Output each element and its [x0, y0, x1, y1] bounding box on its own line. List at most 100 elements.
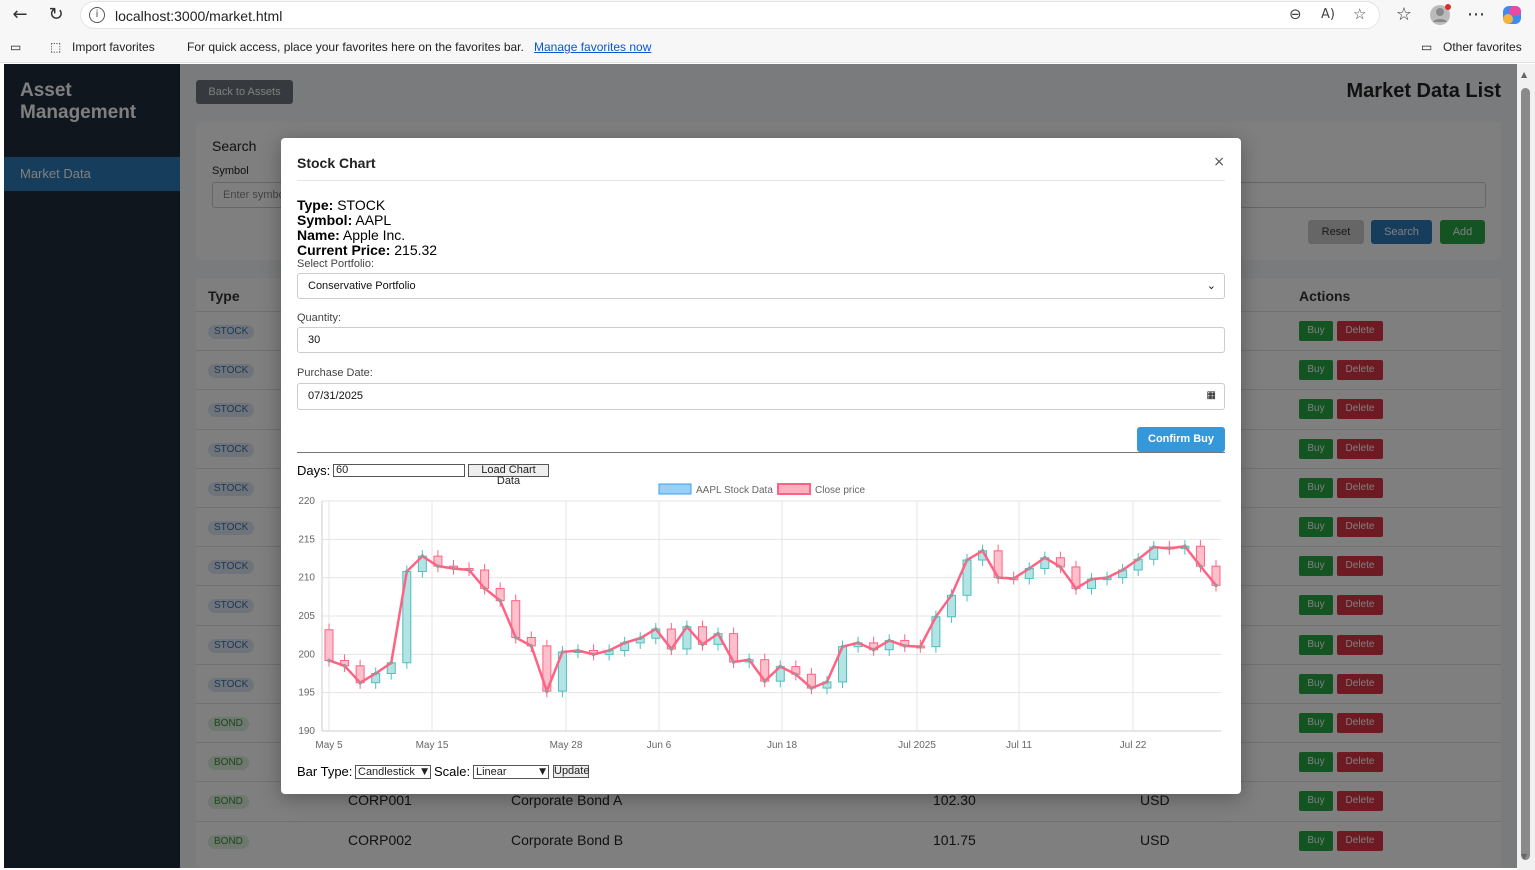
close-price-point: [529, 644, 534, 648]
portfolio-select[interactable]: Conservative Portfolio ⌄: [297, 273, 1225, 299]
close-price-point: [1136, 557, 1140, 562]
close-price-point: [1151, 545, 1156, 549]
y-tick-label: 220: [298, 496, 315, 507]
info-icon[interactable]: i: [89, 7, 105, 23]
x-tick-label: Jun 18: [767, 740, 797, 751]
info-name: Name: Apple Inc.: [297, 227, 406, 243]
load-chart-button[interactable]: Load Chart Data: [468, 464, 549, 487]
x-tick-label: Jul 11: [1006, 740, 1032, 751]
import-icon: ⬚: [50, 40, 62, 54]
scrollbar[interactable]: ▲ ▼: [1517, 64, 1535, 870]
back-icon[interactable]: ←: [8, 4, 32, 26]
chevron-down-icon: ⌄: [1206, 279, 1216, 292]
favorites-icon[interactable]: ☆: [1392, 4, 1416, 26]
reading-icon[interactable]: ▭: [10, 40, 21, 54]
x-tick-label: May 15: [416, 740, 449, 751]
close-price-point: [700, 642, 705, 647]
close-price-point: [996, 575, 1000, 580]
chevron-down-icon: ▼: [421, 767, 428, 777]
favorite-star-icon[interactable]: ☆: [1353, 5, 1366, 23]
close-price-point: [731, 660, 736, 664]
address-bar[interactable]: i localhost:3000/market.html ⊖ A) ☆: [80, 1, 1380, 29]
x-tick-label: May 28: [550, 740, 583, 751]
legend-swatch-stock-data: [658, 483, 692, 495]
close-price-point: [373, 671, 378, 676]
close-price-point: [498, 598, 502, 603]
refresh-icon[interactable]: ↻: [44, 4, 68, 26]
x-tick-label: Jul 2025: [898, 740, 936, 751]
close-price-point: [653, 627, 658, 631]
stock-chart: 190 195 200 205 210 215 220 May 5 May 15 May 28 Ju…: [298, 483, 1221, 751]
close-price-point: [358, 680, 362, 685]
close-price-point: [513, 635, 518, 640]
divider: [297, 452, 1225, 453]
zoom-out-icon[interactable]: ⊖: [1289, 5, 1302, 23]
close-price-point: [622, 641, 627, 645]
update-button[interactable]: Update: [553, 765, 589, 778]
favorites-message: For quick access, place your favorites h…: [187, 40, 524, 54]
profile-icon[interactable]: [1428, 4, 1452, 26]
close-price-point: [327, 658, 331, 663]
confirm-buy-button[interactable]: Confirm Buy: [1137, 427, 1225, 452]
close-price-line: [328, 544, 1217, 695]
read-aloud-icon[interactable]: A): [1321, 7, 1335, 22]
close-price-point: [607, 648, 611, 653]
close-price-point: [1198, 564, 1203, 568]
bar-type-select[interactable]: Candlestick ▼: [355, 765, 431, 779]
close-price-point: [576, 648, 580, 653]
close-price-point: [669, 647, 674, 651]
days-label: Days:: [297, 463, 331, 478]
close-price-point: [794, 672, 798, 677]
close-price-point: [1167, 546, 1172, 551]
candle-body: [324, 629, 334, 661]
close-price-point: [918, 644, 923, 649]
close-price-point: [1120, 568, 1125, 572]
close-price-point: [871, 647, 876, 652]
scale-select[interactable]: Linear ▼: [473, 765, 549, 779]
close-price-point: [1214, 583, 1218, 588]
close-price-point: [762, 679, 767, 683]
close-price-point: [1105, 575, 1109, 580]
close-price-point: [467, 568, 471, 572]
close-price-point: [716, 631, 720, 636]
close-price-point: [934, 614, 938, 619]
legend-label: AAPL Stock Data: [696, 485, 773, 496]
bar-type-label: Bar Type:: [297, 764, 353, 779]
legend-swatch-close-price: [777, 483, 811, 495]
more-icon[interactable]: ⋯: [1464, 4, 1488, 26]
close-price-point: [420, 554, 425, 558]
url-text: localhost:3000/market.html: [115, 8, 283, 24]
close-icon[interactable]: ×: [1213, 154, 1225, 170]
close-price-point: [436, 564, 440, 568]
y-tick-label: 215: [298, 534, 315, 545]
y-tick-label: 195: [298, 688, 315, 699]
copilot-icon[interactable]: [1500, 4, 1524, 26]
close-price-point: [825, 680, 829, 684]
days-input[interactable]: 60: [333, 464, 465, 477]
y-tick-label: 200: [298, 649, 315, 660]
info-symbol: Symbol: AAPL: [297, 212, 392, 228]
calendar-icon[interactable]: ▦: [1207, 384, 1216, 408]
legend-label: Close price: [815, 485, 865, 496]
close-price-point: [1011, 576, 1016, 581]
scrollbar-thumb[interactable]: [1521, 88, 1530, 860]
close-price-point: [451, 566, 456, 571]
close-price-point: [902, 644, 907, 648]
other-favorites[interactable]: Other favorites: [1443, 40, 1522, 54]
close-price-point: [856, 641, 860, 645]
close-price-point: [591, 652, 596, 657]
close-price-point: [482, 586, 487, 591]
close-price-point: [887, 638, 892, 643]
info-type: Type: STOCK: [297, 197, 386, 213]
import-favorites[interactable]: Import favorites: [72, 40, 155, 54]
y-tick-label: 205: [298, 611, 315, 622]
manage-favorites-link[interactable]: Manage favorites now: [534, 40, 651, 54]
chevron-down-icon: ▼: [539, 767, 546, 777]
quantity-input[interactable]: 30: [297, 327, 1225, 353]
purchase-date-input[interactable]: 07/31/2025 ▦: [297, 383, 1225, 410]
close-price-point: [1043, 555, 1047, 560]
close-price-point: [389, 660, 394, 665]
close-price-point: [685, 624, 689, 629]
close-price-point: [560, 650, 565, 654]
close-price-point: [980, 549, 985, 553]
